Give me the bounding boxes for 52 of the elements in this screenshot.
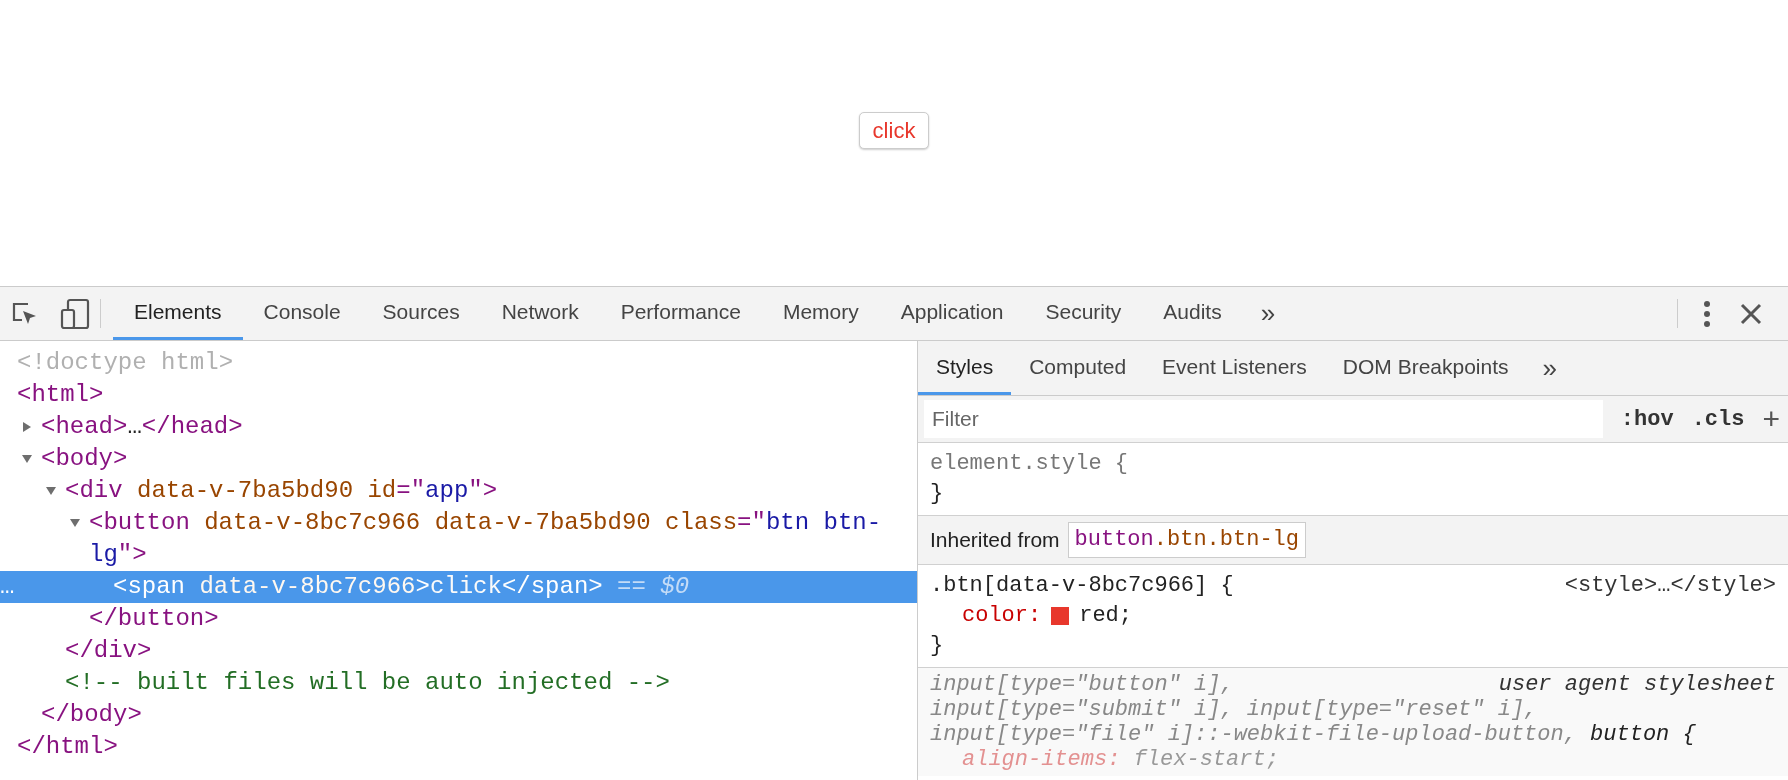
click-button[interactable]: click — [858, 112, 930, 149]
closing-tag[interactable]: </body> — [41, 701, 142, 728]
sidebar-tab[interactable]: DOM Breakpoints — [1324, 341, 1527, 395]
dom-node-line[interactable]: <button data-v-8bc7c966 data-v-7ba5bd90 class="btn btn-lg"> — [89, 507, 909, 571]
expanded-triangle-icon[interactable] — [45, 485, 57, 497]
devtools-tab[interactable]: Elements — [113, 287, 243, 340]
device-toolbar-icon[interactable] — [60, 297, 90, 330]
collapsed-triangle-icon[interactable] — [21, 421, 33, 433]
dom-node-line[interactable]: <head>…</head> — [41, 411, 243, 443]
expanded-triangle-icon[interactable] — [21, 453, 33, 465]
color-swatch[interactable] — [1051, 607, 1070, 625]
toggle-button[interactable]: .cls — [1691, 402, 1745, 436]
css-selector: input[type="button" i], — [930, 672, 1234, 697]
close-icon[interactable] — [1740, 302, 1762, 325]
closing-brace: } — [930, 481, 944, 506]
dom-node-line[interactable]: <!-- built files will be auto injected --> — [65, 667, 670, 699]
toggle-button[interactable]: :hov — [1620, 402, 1674, 436]
devtools-tab[interactable]: Network — [480, 287, 600, 340]
inherited-element-link[interactable]: button.btn.btn-lg — [1067, 522, 1306, 558]
css-property-name: color: — [962, 602, 1042, 630]
devtools-tab[interactable]: Audits — [1142, 287, 1243, 340]
expanded-triangle-icon[interactable] — [69, 517, 81, 529]
more-tabs-button[interactable]: » — [1242, 287, 1294, 340]
more-options-icon[interactable] — [1704, 300, 1710, 327]
closing-tag[interactable]: </html> — [17, 733, 118, 760]
stylesheet-source: user agent stylesheet — [1498, 672, 1776, 697]
dom-node-line[interactable]: <body> — [41, 443, 128, 475]
css-selector: .btn[data-v-8bc7c966] { — [930, 572, 1234, 600]
css-declaration: align-items: flex-start; — [962, 747, 1279, 772]
inherited-label: Inherited from — [930, 527, 1060, 554]
devtools-tab[interactable]: Memory — [761, 287, 880, 340]
new-rule-button[interactable]: + — [1762, 404, 1780, 434]
closing-tag[interactable]: </div> — [65, 637, 152, 664]
sidebar-tab[interactable]: Event Listeners — [1144, 341, 1325, 395]
gutter-ellipsis: … — [0, 572, 15, 602]
devtools-tab[interactable]: Performance — [599, 287, 762, 340]
devtools-tab[interactable]: Console — [242, 287, 362, 340]
css-property-value: red; — [1079, 602, 1133, 630]
devtools-tab[interactable]: Sources — [361, 287, 481, 340]
css-selector: input[type="submit" i], input[type="reset" i], — [930, 697, 1538, 722]
closing-tag[interactable]: </button> — [89, 605, 219, 632]
sidebar-tab[interactable]: Computed — [1011, 341, 1145, 395]
stylesheet-link[interactable]: <style>…</style> — [1564, 571, 1776, 601]
devtools-tab[interactable]: Application — [879, 287, 1025, 340]
closing-brace: } — [930, 633, 944, 658]
dom-node-line[interactable]: <html> — [17, 379, 104, 411]
css-selector: element.style { — [930, 450, 1129, 478]
more-tabs-button[interactable]: » — [1526, 341, 1574, 395]
dom-node-line[interactable]: <div data-v-7ba5bd90 id="app"> — [65, 475, 498, 507]
css-selector: input[type="file" i]::-webkit-file-upload-button, button { — [930, 722, 1696, 747]
devtools-tab[interactable]: Security — [1024, 287, 1143, 340]
filter-field[interactable]: Filter — [924, 400, 1603, 438]
